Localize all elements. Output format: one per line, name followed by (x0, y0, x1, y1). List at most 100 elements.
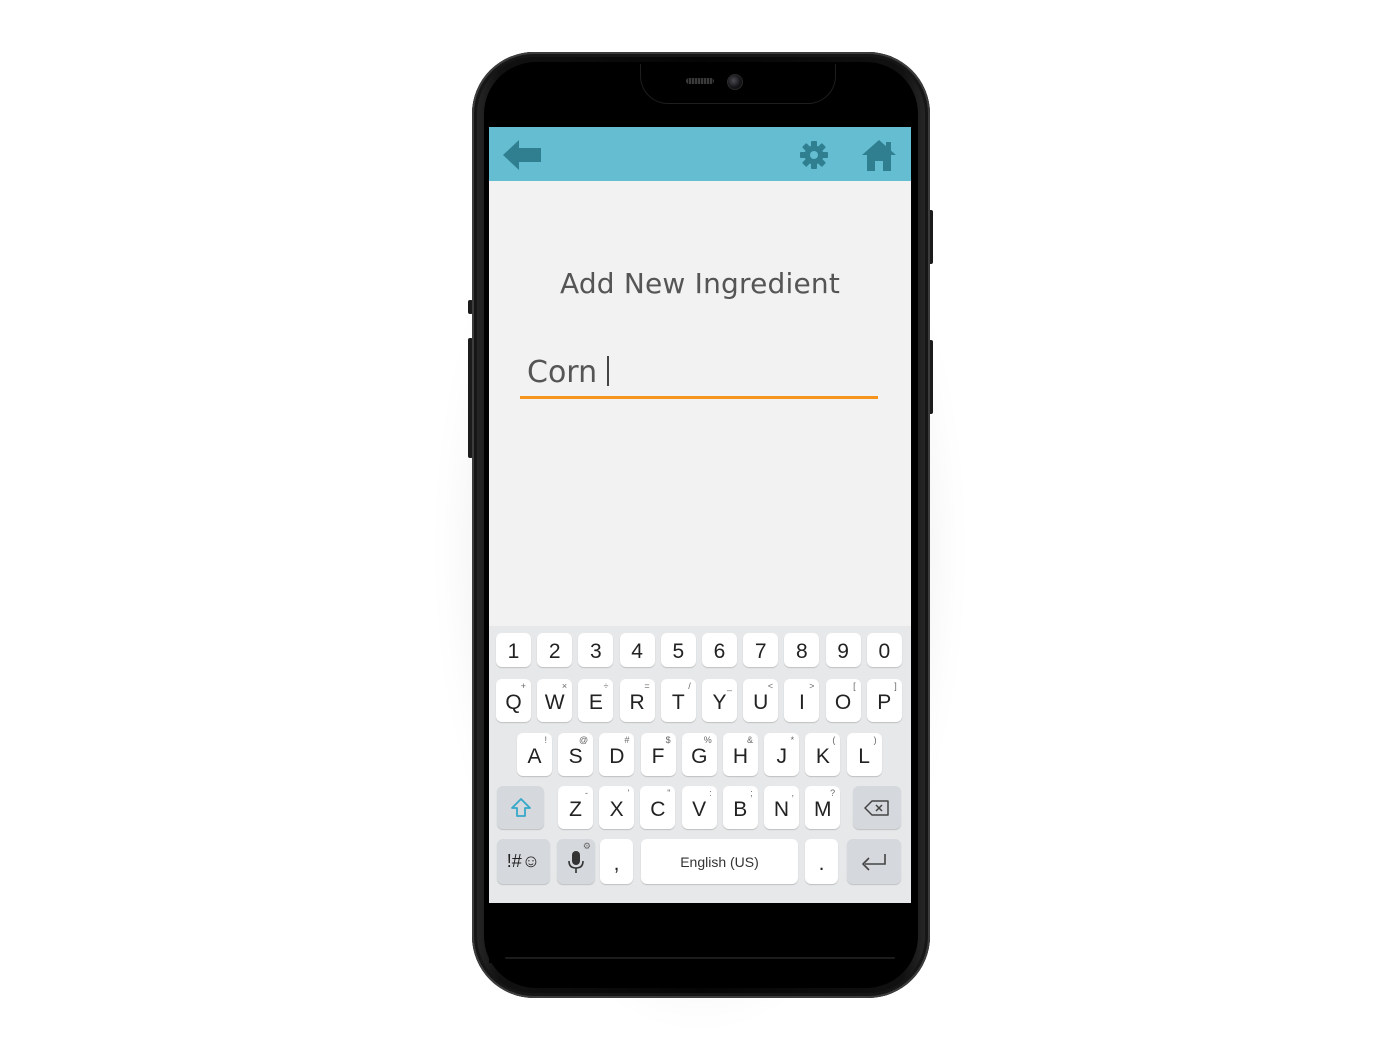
letter-key[interactable]: I > (784, 679, 820, 722)
letter-key-label: I (798, 690, 805, 714)
letter-key[interactable]: Z- (558, 786, 593, 829)
letter-key-alt-label: = (644, 681, 650, 691)
gear-icon[interactable] (799, 140, 829, 170)
letter-key-label: B (733, 797, 748, 821)
letter-key-alt-label: % (703, 735, 712, 745)
letter-key-label: Y (712, 690, 727, 714)
backspace-icon (864, 799, 889, 816)
letter-key-label: Z (569, 797, 582, 821)
letter-key[interactable]: C " (640, 786, 676, 829)
letter-key-label: F (651, 744, 665, 768)
letter-key-alt-label: ( (832, 735, 836, 745)
letter-key-label: S (568, 744, 583, 768)
home-icon[interactable] (861, 138, 897, 172)
letter-key[interactable]: W × (537, 679, 573, 722)
number-key[interactable]: 5 (660, 633, 696, 667)
number-key-label: 2 (548, 640, 561, 663)
number-key-label: 0 (878, 640, 891, 663)
letter-key[interactable]: N, (764, 786, 799, 829)
letter-key-alt-label: / (688, 681, 691, 691)
letter-key[interactable]: E ÷ (578, 679, 614, 722)
space-key-label: English (US) (680, 853, 759, 870)
letter-key[interactable]: F $ (640, 733, 676, 776)
backspace-key[interactable] (853, 786, 901, 829)
number-key[interactable]: 3 (578, 633, 614, 667)
period-key[interactable]: . (805, 839, 838, 884)
comma-key[interactable]: , (600, 839, 633, 884)
symbols-key[interactable]: !#☺ (497, 839, 550, 884)
period-key-label: . (818, 851, 825, 875)
letter-key-alt-label: ; (750, 788, 753, 798)
earpiece-speaker (686, 78, 714, 84)
letter-key[interactable]: K( (805, 733, 841, 776)
number-key[interactable]: 6 (702, 633, 737, 667)
bezel-edge-line (505, 957, 895, 959)
number-key[interactable]: 9 (825, 633, 861, 667)
letter-key[interactable]: R = (619, 679, 655, 722)
letter-key[interactable]: V: (681, 786, 717, 829)
number-key[interactable]: 4 (619, 633, 655, 667)
number-key[interactable]: 0 (866, 633, 902, 667)
number-key[interactable]: 2 (537, 633, 573, 667)
letter-key[interactable]: G% (681, 733, 717, 776)
letter-key[interactable]: M? (805, 786, 841, 829)
enter-key[interactable] (847, 839, 901, 884)
letter-key-alt-label: ' (627, 788, 630, 798)
letter-key-alt-label: ÷ (603, 681, 609, 691)
letter-key-alt-label: " (667, 788, 671, 798)
letter-key-alt-label: ? (830, 788, 836, 798)
letter-key[interactable]: D # (599, 733, 635, 776)
on-screen-keyboard: 1234567890 Q + W × E ÷ R = T / Y _ U < I > O[P] A! S @ D # F $… (489, 626, 911, 903)
letter-key[interactable]: T / (660, 679, 696, 722)
letter-key-label: O (834, 690, 852, 714)
letter-key[interactable]: S @ (558, 733, 594, 776)
number-key-label: 1 (507, 640, 520, 663)
letter-key-label: T (671, 690, 685, 714)
back-arrow-icon[interactable] (501, 138, 543, 172)
number-key-label: 3 (590, 640, 602, 663)
letter-key[interactable]: Y _ (702, 679, 737, 722)
front-camera (727, 74, 743, 90)
letter-key-alt-label: + (520, 681, 526, 691)
microphone-icon (568, 850, 584, 873)
app-header (489, 127, 911, 181)
number-key[interactable]: 8 (784, 633, 820, 667)
letter-key-label: A (527, 744, 542, 768)
screen-bottom-bezel (489, 903, 911, 963)
letter-key-alt-label: ) (873, 735, 877, 745)
letter-key[interactable]: L) (846, 733, 882, 776)
letter-key[interactable]: U < (743, 679, 779, 722)
space-key[interactable]: English (US) (641, 839, 798, 884)
letter-key[interactable]: O[ (825, 679, 861, 722)
letter-key-label: N (773, 797, 790, 821)
letter-key-alt-label: - (585, 788, 588, 798)
enter-icon (862, 853, 886, 871)
letter-key[interactable]: H & (723, 733, 758, 776)
letter-key-alt-label: [ (853, 681, 856, 691)
letter-key-alt-label: $ (665, 735, 671, 745)
ingredient-input-value: Corn (527, 355, 610, 390)
letter-key-label: J (776, 744, 787, 768)
letter-key-alt-label: : (709, 788, 712, 798)
letter-key[interactable]: X ' (599, 786, 635, 829)
microphone-key[interactable]: ⚙ (557, 839, 595, 884)
ingredient-input[interactable]: Corn (520, 349, 878, 399)
number-key-label: 6 (713, 640, 726, 663)
letter-key-alt-label: & (746, 735, 753, 745)
letter-key-alt-label: # (624, 735, 630, 745)
letter-key-alt-label: ! (544, 735, 547, 745)
letter-key[interactable]: P] (866, 679, 902, 722)
number-key[interactable]: 1 (496, 633, 531, 667)
letter-key[interactable]: Q + (496, 679, 531, 722)
letter-key[interactable]: A! (517, 733, 552, 776)
letter-key-label: U (753, 690, 769, 714)
letter-key-label: P (877, 690, 892, 714)
letter-key-alt-label: , (791, 788, 794, 798)
letter-key-label: D (609, 744, 625, 768)
letter-key-label: Q (505, 690, 522, 714)
shift-key[interactable] (497, 786, 544, 829)
letter-key-alt-label: ] (894, 681, 897, 691)
letter-key[interactable]: B; (722, 786, 758, 829)
number-key[interactable]: 7 (743, 633, 779, 667)
letter-key[interactable]: J * (764, 733, 800, 776)
